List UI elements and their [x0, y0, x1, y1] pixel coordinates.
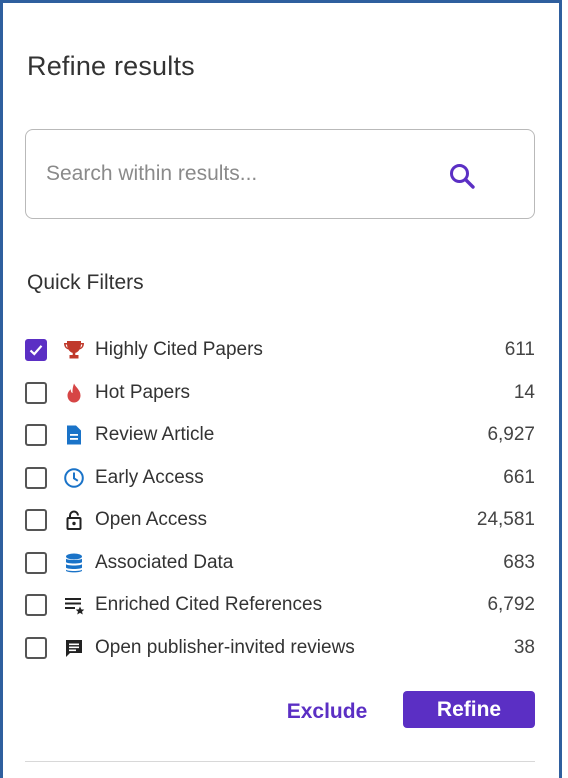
- filter-label: Review Article: [95, 424, 215, 446]
- section-divider: [25, 761, 535, 762]
- flame-icon: [63, 382, 85, 404]
- trophy-icon: [63, 339, 85, 361]
- unlock-icon: [63, 509, 85, 531]
- document-icon: [63, 424, 85, 446]
- filter-label: Highly Cited Papers: [95, 339, 263, 361]
- filter-enriched-cited-references[interactable]: Enriched Cited References 6,792: [25, 584, 537, 627]
- filter-checkbox[interactable]: [25, 424, 47, 447]
- filter-count: 14: [513, 381, 535, 403]
- filter-count: 611: [504, 339, 535, 361]
- filter-label: Open publisher-invited reviews: [95, 636, 355, 658]
- search-box: [25, 129, 535, 219]
- filter-count: 6,927: [487, 424, 535, 446]
- filter-label: Enriched Cited References: [95, 594, 323, 616]
- comment-icon: [63, 637, 85, 659]
- filter-early-access[interactable]: Early Access 661: [25, 457, 537, 500]
- filter-hot-papers[interactable]: Hot Papers 14: [25, 372, 537, 415]
- filter-highly-cited-papers[interactable]: Highly Cited Papers 611: [25, 329, 537, 372]
- filter-count: 38: [513, 636, 535, 658]
- exclude-button[interactable]: Exclude: [261, 691, 393, 733]
- quick-filters-list: Highly Cited Papers 611 Hot Papers 14 Re…: [25, 329, 537, 669]
- filter-checkbox[interactable]: [25, 594, 47, 617]
- search-icon[interactable]: [448, 162, 476, 190]
- refine-results-panel: Refine results Quick Filters Highly Cite…: [0, 0, 562, 778]
- search-input[interactable]: [44, 161, 428, 187]
- filter-label: Open Access: [95, 509, 207, 531]
- filter-checkbox[interactable]: [25, 339, 47, 362]
- filter-count: 24,581: [476, 509, 535, 531]
- filter-count: 661: [503, 466, 535, 488]
- filter-count: 683: [503, 551, 535, 573]
- filter-checkbox[interactable]: [25, 381, 47, 404]
- filter-label: Early Access: [95, 466, 204, 488]
- filter-review-article[interactable]: Review Article 6,927: [25, 414, 537, 457]
- filter-associated-data[interactable]: Associated Data 683: [25, 542, 537, 585]
- panel-title: Refine results: [27, 51, 195, 81]
- refine-button[interactable]: Refine: [403, 691, 535, 728]
- filter-checkbox[interactable]: [25, 551, 47, 574]
- filter-label: Associated Data: [95, 551, 234, 573]
- filter-checkbox[interactable]: [25, 466, 47, 489]
- clock-icon: [63, 467, 85, 489]
- filter-count: 6,792: [487, 594, 535, 616]
- filter-checkbox[interactable]: [25, 509, 47, 532]
- filter-open-access[interactable]: Open Access 24,581: [25, 499, 537, 542]
- enriched-list-icon: [63, 594, 85, 616]
- quick-filters-title: Quick Filters: [27, 271, 144, 294]
- filter-open-publisher-invited-reviews[interactable]: Open publisher-invited reviews 38: [25, 627, 537, 670]
- filter-checkbox[interactable]: [25, 636, 47, 659]
- filter-label: Hot Papers: [95, 381, 191, 403]
- database-icon: [63, 552, 85, 574]
